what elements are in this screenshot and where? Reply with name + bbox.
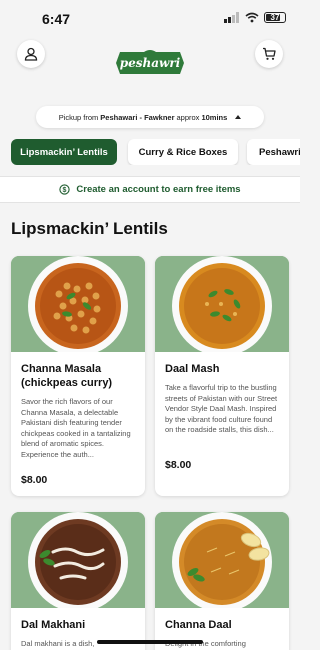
section-title: Lipsmackin’ Lentils — [11, 219, 168, 238]
logo-text: peshawri — [119, 56, 181, 70]
create-account-banner[interactable]: $ Create an account to earn free items — [0, 176, 300, 203]
item-image — [155, 512, 289, 608]
item-name: Channa Masala (chickpeas curry) — [21, 363, 113, 389]
cart-icon — [263, 47, 276, 60]
svg-text:$: $ — [63, 187, 67, 194]
item-image — [11, 512, 145, 608]
tab-lipsmackin-lentils[interactable]: Lipsmackin’ Lentils — [11, 139, 117, 165]
dollar-circle-icon: $ — [59, 184, 71, 195]
item-name: Daal Mash — [165, 363, 220, 375]
item-price: $8.00 — [165, 459, 192, 471]
menu-item-card[interactable]: Daal Mash Take a flavorful trip to the b… — [155, 256, 289, 496]
user-icon — [24, 47, 38, 61]
battery-icon: 37 — [264, 12, 286, 23]
status-icons: 37 — [224, 12, 286, 23]
item-price: $8.00 — [21, 474, 48, 486]
menu-item-card[interactable]: Channa Daal Delight in the comforting — [155, 512, 289, 650]
tab-peshawri[interactable]: Peshawri — [247, 139, 300, 165]
top-header: peshawri — [0, 38, 300, 90]
item-description: Take a flavorful trip to the bustling st… — [165, 383, 278, 434]
tab-curry-rice-boxes[interactable]: Curry & Rice Boxes — [128, 139, 238, 165]
menu-item-card[interactable]: Channa Masala (chickpeas curry) Savor th… — [11, 256, 145, 496]
status-time: 6:47 — [42, 11, 71, 27]
wifi-icon — [245, 12, 259, 23]
status-bar: 6:47 37 — [0, 0, 300, 38]
category-tabs: Lipsmackin’ Lentils Curry & Rice Boxes P… — [11, 139, 300, 165]
menu-item-card[interactable]: Dal Makhani Dal makhani is a dish, — [11, 512, 145, 650]
item-image — [11, 256, 145, 352]
brand-logo[interactable]: peshawri — [114, 50, 186, 76]
item-image — [155, 256, 289, 352]
pickup-prefix: Pickup from — [58, 112, 99, 122]
pickup-eta: 10mins — [201, 112, 228, 122]
cart-button[interactable] — [255, 40, 283, 68]
home-indicator[interactable] — [97, 640, 203, 644]
item-description: Savor the rich flavors of our Channa Mas… — [21, 397, 131, 459]
item-name: Channa Daal — [165, 619, 232, 631]
pickup-eta-prefix: approx — [176, 112, 200, 122]
pickup-location: Peshawari - Fawkner — [100, 112, 175, 122]
create-account-text: Create an account to earn free items — [76, 184, 241, 195]
caret-up-icon — [235, 115, 242, 119]
pickup-selector[interactable]: Pickup from Peshawari - Fawkner approx 1… — [36, 106, 264, 128]
profile-button[interactable] — [17, 40, 45, 68]
item-name: Dal Makhani — [21, 619, 86, 631]
battery-level: 37 — [270, 13, 280, 22]
signal-icon — [224, 12, 239, 23]
